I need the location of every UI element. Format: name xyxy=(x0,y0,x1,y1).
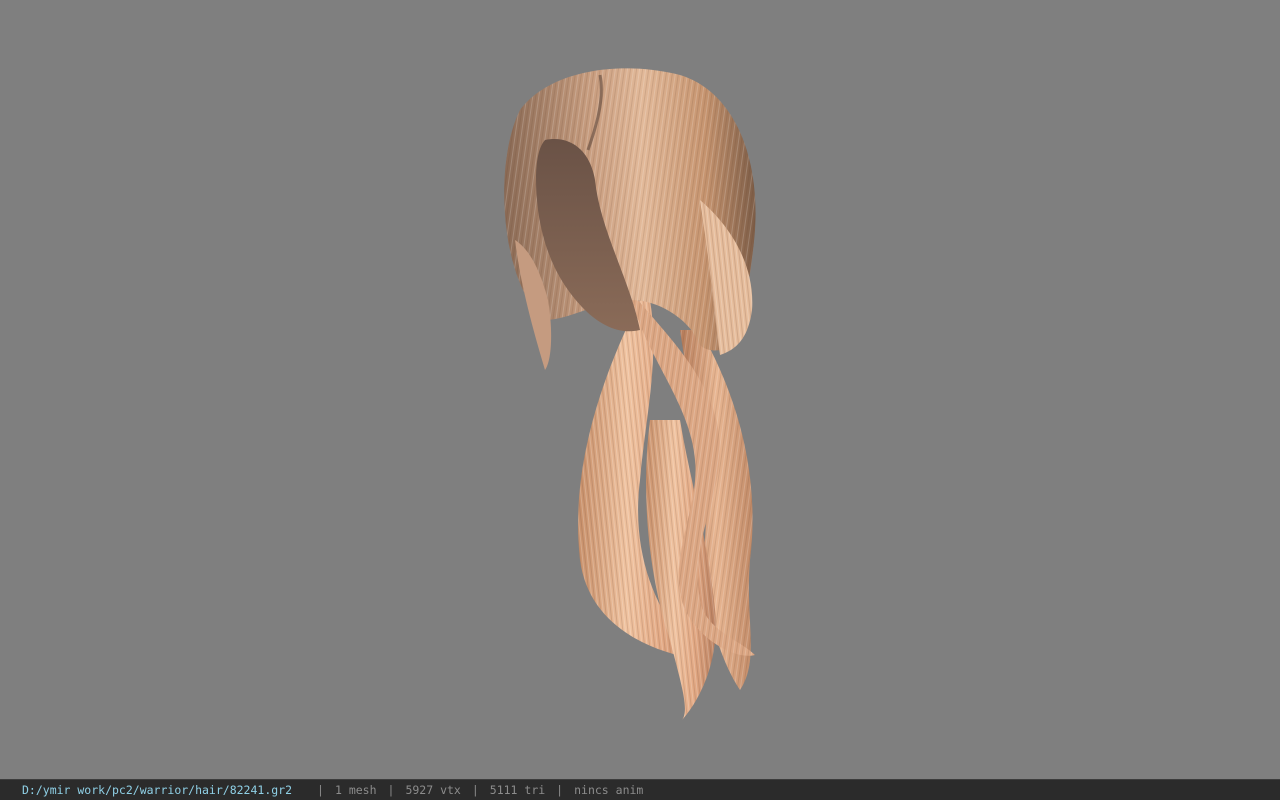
separator: | xyxy=(317,783,324,797)
separator: | xyxy=(556,783,564,797)
triangle-count: 5111 tri xyxy=(489,783,546,797)
file-path: D:/ymir work/pc2/warrior/hair/82241.gr2 xyxy=(22,783,293,797)
status-bar: D:/ymir work/pc2/warrior/hair/82241.gr2 … xyxy=(0,779,1280,800)
hair-model[interactable] xyxy=(0,0,1280,779)
3d-viewport[interactable] xyxy=(0,0,1280,779)
mesh-count: 1 mesh xyxy=(334,783,377,797)
separator: | xyxy=(471,783,479,797)
vertex-count: 5927 vtx xyxy=(405,783,461,797)
anim-status: nincs anim xyxy=(574,783,644,797)
separator: | xyxy=(387,783,395,797)
